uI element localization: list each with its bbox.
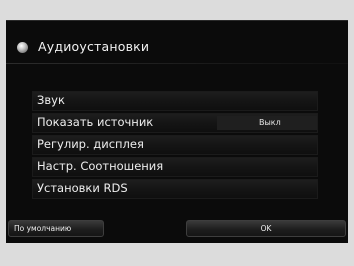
menu-item-show-source[interactable]: Показать источник Выкл <box>32 113 318 133</box>
audio-settings-screen: Аудиоустановки Звук Показать источник Вы… <box>6 20 348 243</box>
menu-item-label: Настр. Соотношения <box>37 159 164 173</box>
show-source-value: Выкл <box>217 116 317 130</box>
menu-item-label: Показать источник <box>37 115 154 129</box>
circle-bullet-icon <box>17 42 28 53</box>
ok-button[interactable]: OK <box>186 220 346 237</box>
header-divider <box>6 63 348 64</box>
footer: По умолчанию OK <box>6 220 348 240</box>
menu-item-label: Регулир. дисплея <box>37 137 144 151</box>
menu-item-sound[interactable]: Звук <box>32 91 318 111</box>
settings-menu: Звук Показать источник Выкл Регулир. дис… <box>32 91 318 201</box>
menu-item-label: Звук <box>37 93 65 107</box>
menu-item-display-adjust[interactable]: Регулир. дисплея <box>32 135 318 155</box>
default-button[interactable]: По умолчанию <box>8 220 104 237</box>
menu-item-rds-settings[interactable]: Установки RDS <box>32 179 318 199</box>
menu-item-aspect-ratio[interactable]: Настр. Соотношения <box>32 157 318 177</box>
header: Аудиоустановки <box>6 35 348 61</box>
menu-item-label: Установки RDS <box>37 181 128 195</box>
page-title: Аудиоустановки <box>38 39 150 54</box>
